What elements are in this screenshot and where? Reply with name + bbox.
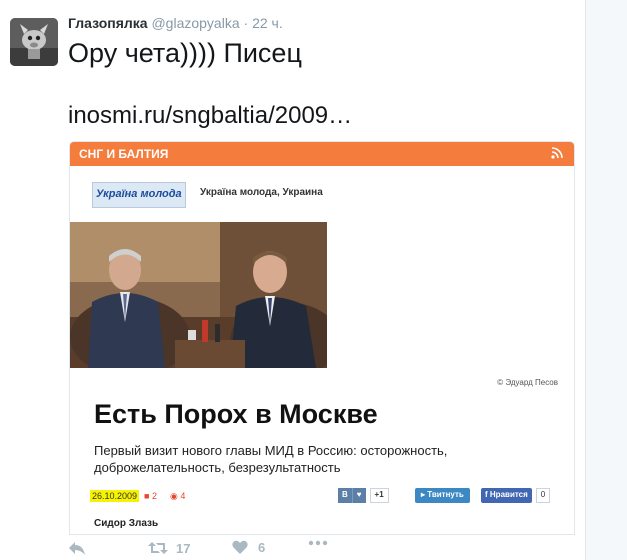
tweet-text: Ору чета)))) Писец [68, 38, 302, 68]
author-handle[interactable]: @glazopyalka [151, 15, 239, 31]
article-author: Сидор Злазь [94, 518, 159, 529]
tweet-time[interactable]: 22 ч. [252, 15, 283, 31]
facebook-like[interactable]: f Нравится 0 [481, 488, 551, 503]
heart-icon [232, 540, 248, 554]
rss-icon [551, 147, 563, 159]
logo-text: Україна молода [96, 188, 182, 200]
comments-value: 2 [151, 491, 157, 501]
like-button[interactable]: 6 [232, 540, 265, 555]
avatar[interactable] [10, 18, 58, 66]
comments-count[interactable]: ■ 2 [144, 491, 157, 501]
article-photo [70, 222, 327, 368]
tweet-header: Глазопялка @glazopyalka · 22 ч. [68, 15, 283, 31]
vk-share[interactable]: В ♥ +1 [338, 488, 389, 503]
views-count: ◉ 4 [170, 491, 185, 502]
section-bar: СНГ И БАЛТИЯ [70, 142, 574, 166]
views-value: 4 [180, 491, 186, 501]
facebook-icon: f [485, 490, 488, 499]
photo-credit: © Эдуард Песов [497, 378, 558, 387]
reply-icon [69, 542, 85, 555]
facebook-like-count: 0 [535, 488, 551, 503]
article-date: 26.10.2009 [90, 490, 140, 502]
article-headline: Есть Порох в Москве [94, 399, 378, 429]
author-name[interactable]: Глазопялка [68, 15, 148, 31]
tweet-link[interactable]: inosmi.ru/sngbaltia/2009… [68, 102, 352, 130]
article-subtitle: Первый визит нового главы МИД в Россию: … [94, 443, 448, 475]
section-label: СНГ И БАЛТИЯ [79, 147, 169, 161]
reply-button[interactable] [68, 540, 86, 556]
eye-icon: ◉ [170, 491, 178, 501]
more-icon [308, 540, 328, 546]
vk-icon: В [338, 488, 352, 503]
retweet-icon [148, 542, 168, 554]
tweet: Глазопялка @glazopyalka · 22 ч. Ору чета… [0, 0, 586, 560]
publication-logo: Україна молода [92, 182, 186, 208]
facebook-like-button[interactable]: f Нравится [481, 488, 532, 503]
heart-icon: ♥ [351, 488, 366, 503]
tweet-button[interactable]: ▸ Твитнуть [415, 488, 470, 503]
retweet-count: 17 [176, 540, 191, 556]
facebook-like-label: Нравится [489, 490, 528, 499]
vk-count: +1 [369, 488, 389, 503]
publication-source: Україна молода, Украина [200, 187, 323, 198]
like-count: 6 [258, 540, 266, 555]
retweet-button[interactable]: 17 [148, 540, 190, 556]
more-button[interactable] [308, 540, 328, 546]
tweet-button-label: Твитнуть [427, 490, 464, 499]
twitter-bird-icon: ▸ [421, 490, 426, 499]
time-separator: · [243, 15, 249, 31]
link-card[interactable]: СНГ И БАЛТИЯ Україна молода Україна моло… [69, 141, 575, 535]
comment-icon: ■ [144, 491, 150, 501]
